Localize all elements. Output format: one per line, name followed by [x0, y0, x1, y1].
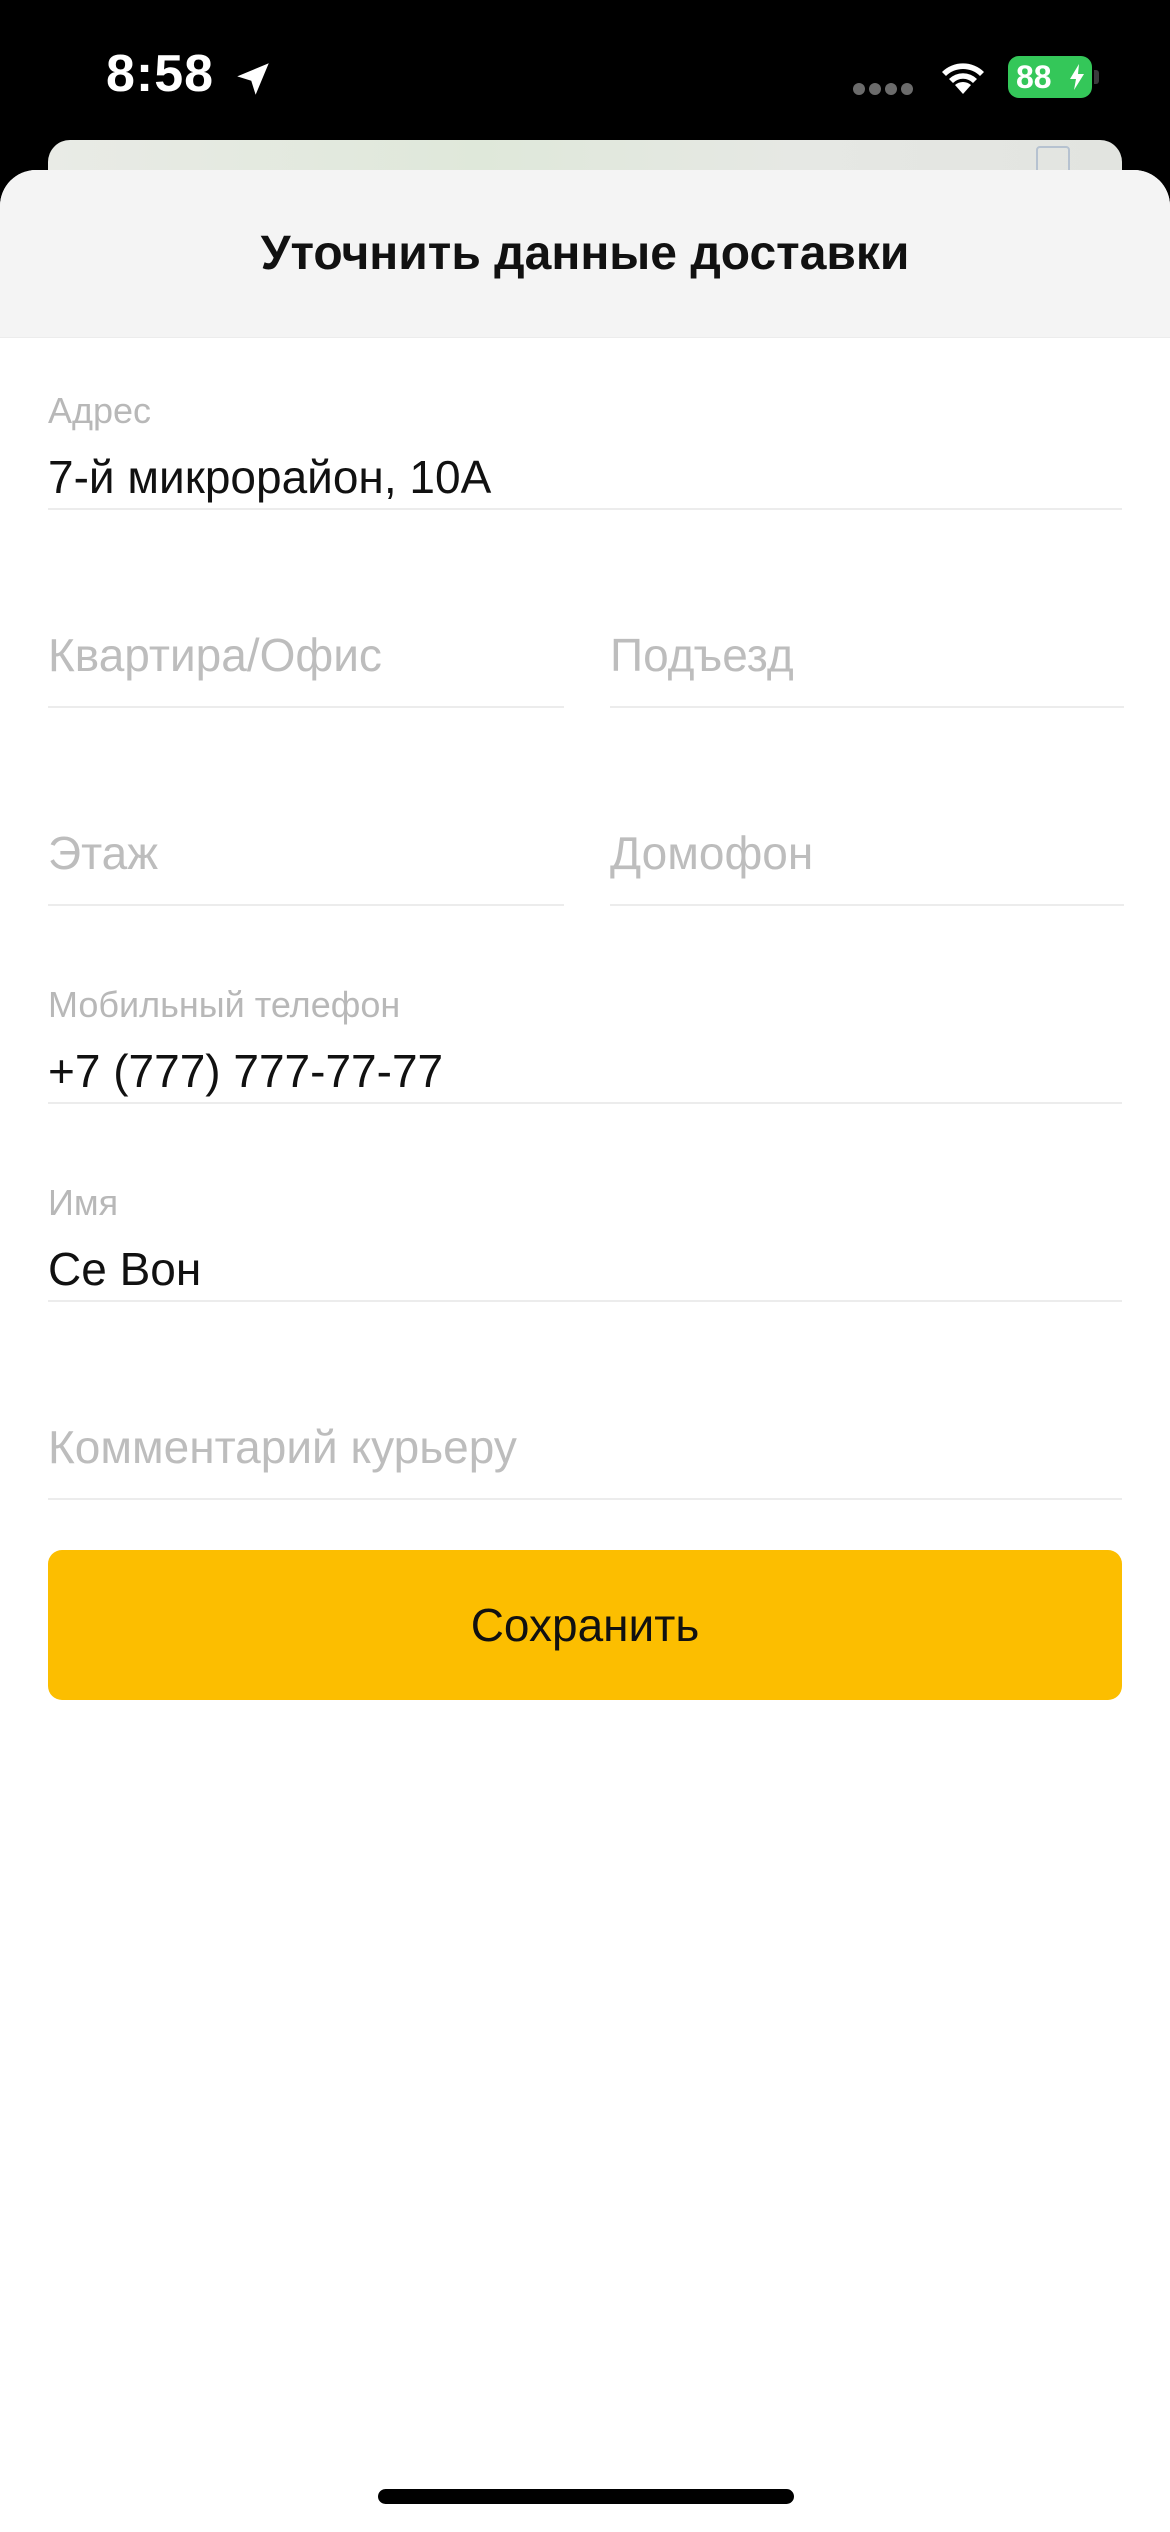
battery-level: 88: [1016, 58, 1052, 95]
phone-label: Мобильный телефон: [48, 984, 401, 1025]
battery-charging-icon: 88: [1008, 56, 1092, 98]
charging-bolt-icon: [1070, 64, 1084, 90]
apartment-placeholder: Квартира/Офис: [48, 629, 382, 681]
name-value: Се Вон: [48, 1243, 202, 1295]
sheet-title: Уточнить данные доставки: [260, 227, 910, 280]
entrance-placeholder: Подъезд: [610, 629, 794, 681]
status-bar: 8:58 88: [0, 0, 1170, 150]
address-field[interactable]: Адрес 7-й микрорайон, 10А: [48, 368, 1122, 510]
intercom-field[interactable]: Домофон: [610, 788, 1124, 906]
home-indicator[interactable]: [378, 2489, 794, 2504]
address-value: 7-й микрорайон, 10А: [48, 451, 492, 503]
status-time: 8:58: [106, 45, 215, 103]
delivery-details-sheet: Уточнить данные доставки Адрес 7-й микро…: [0, 170, 1170, 2532]
name-field[interactable]: Имя Се Вон: [48, 1160, 1122, 1302]
floor-field[interactable]: Этаж: [48, 788, 564, 906]
address-label: Адрес: [48, 390, 152, 431]
intercom-placeholder: Домофон: [610, 827, 814, 879]
save-button[interactable]: Сохранить: [48, 1550, 1122, 1700]
phone-value: +7 (777) 777-77-77: [48, 1045, 444, 1097]
location-arrow-icon: [237, 63, 269, 95]
wifi-icon: [942, 63, 984, 94]
phone-field[interactable]: Мобильный телефон +7 (777) 777-77-77: [48, 962, 1122, 1104]
apartment-field[interactable]: Квартира/Офис: [48, 590, 564, 708]
screen: 8:58 88 Уточнить данные доставки Адрес 7…: [0, 0, 1170, 2532]
battery-cap: [1094, 70, 1099, 84]
entrance-field[interactable]: Подъезд: [610, 590, 1124, 708]
comment-placeholder: Комментарий курьеру: [48, 1421, 517, 1473]
comment-field[interactable]: Комментарий курьеру: [48, 1382, 1122, 1500]
sheet-header: Уточнить данные доставки: [0, 170, 1170, 338]
name-label: Имя: [48, 1182, 119, 1223]
floor-placeholder: Этаж: [48, 827, 158, 879]
cellular-signal-icon: [853, 83, 913, 95]
